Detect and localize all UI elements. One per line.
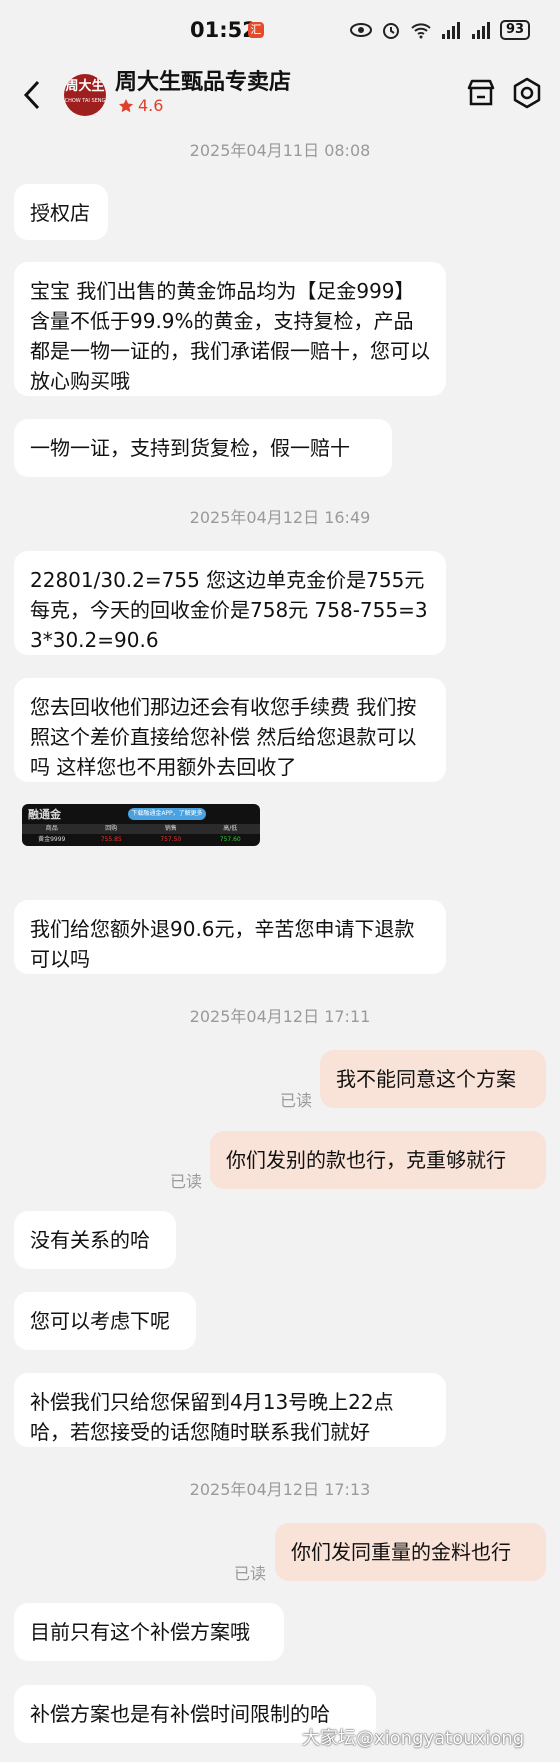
status-icons: 93 (350, 18, 531, 42)
read-receipt: 已读 (234, 1564, 267, 1583)
image-cell: 757.60 (219, 836, 241, 843)
shop-logo[interactable]: 周大生 CHOW TAI SENG (64, 74, 106, 116)
image-message[interactable]: 融通金 下载融通金APP，了解更多 商品 回购 销售 高/低 黄金9999 75… (22, 804, 260, 846)
message-bubble[interactable]: 一物一证，支持到货复检，假一赔十 (14, 419, 392, 477)
timestamp: 2025年04月12日 17:13 (189, 1480, 371, 1499)
image-brand: 融通金 (28, 808, 61, 821)
star-icon (119, 98, 133, 112)
message-bubble[interactable]: 宝宝 我们出售的黄金饰品均为【足金999】含量不低于99.9%的黄金，支持复检，… (14, 262, 446, 396)
message-bubble[interactable]: 目前只有这个补偿方案哦 (14, 1603, 284, 1661)
message-bubble[interactable]: 授权店 (14, 184, 108, 240)
read-receipt: 已读 (280, 1091, 313, 1110)
my-message-bubble[interactable]: 我不能同意这个方案 (320, 1050, 546, 1108)
image-header-cell: 高/低 (223, 825, 238, 832)
wifi-icon (411, 23, 431, 39)
image-header-cell: 商品 (45, 825, 58, 832)
back-arrow-icon[interactable] (20, 78, 46, 112)
image-download-pill: 下载融通金APP，了解更多 (128, 808, 206, 820)
message-bubble[interactable]: 22801/30.2=755 您这边单克金价是755元每克，今天的回收金价是75… (14, 551, 446, 655)
notification-badge: 汇 (248, 22, 264, 38)
status-time: 01:52 (190, 18, 257, 42)
message-bubble[interactable]: 我们给您额外退90.6元，辛苦您申请下退款可以吗 (14, 900, 446, 974)
logo-subtext: CHOW TAI SENG (64, 98, 106, 104)
image-cell: 755.85 (100, 836, 122, 843)
signal-5g-icon (442, 22, 460, 39)
timestamp: 2025年04月12日 16:49 (189, 508, 371, 527)
rating-value: 4.6 (138, 96, 164, 115)
shop-rating: 4.6 (118, 96, 163, 115)
image-header-cell: 销售 (164, 825, 177, 832)
logo-text: 周大生 (65, 79, 105, 94)
image-cell: 757.50 (160, 836, 182, 843)
watermark: 大家坛@xiongyatouxiong (302, 1728, 525, 1749)
image-table-header: 商品 回购 销售 高/低 (22, 824, 260, 834)
eye-icon (350, 23, 372, 37)
settings-icon[interactable] (510, 76, 544, 110)
timestamp: 2025年04月11日 08:08 (189, 141, 371, 160)
message-bubble[interactable]: 您可以考虑下呢 (14, 1292, 196, 1350)
read-receipt: 已读 (170, 1172, 203, 1191)
image-table-row: 黄金9999 755.85 757.50 757.60 (22, 835, 260, 845)
battery-icon: 93 (500, 20, 531, 40)
message-bubble[interactable]: 您去回收他们那边还会有收您手续费 我们按照这个差价直接给您补偿 然后给您退款可以… (14, 678, 446, 782)
signal-4g-icon (472, 22, 490, 39)
shop-name[interactable]: 周大生甄品专卖店 (115, 64, 291, 96)
image-header-cell: 回购 (105, 825, 118, 832)
message-bubble[interactable]: 补偿我们只给您保留到4月13号晚上22点哈，若您接受的话您随时联系我们就好 (14, 1373, 446, 1447)
status-bar: 01:52 汇 93 (0, 0, 560, 62)
message-bubble[interactable]: 没有关系的哈 (14, 1211, 176, 1269)
image-cell: 黄金9999 (38, 836, 66, 843)
store-icon[interactable] (464, 76, 498, 110)
alarm-icon (383, 23, 399, 39)
my-message-bubble[interactable]: 你们发同重量的金料也行 (275, 1523, 546, 1581)
my-message-bubble[interactable]: 你们发别的款也行，克重够就行 (210, 1131, 546, 1189)
timestamp: 2025年04月12日 17:11 (189, 1007, 371, 1026)
chat-header: 周大生 CHOW TAI SENG 周大生甄品专卖店 4.6 (0, 62, 560, 128)
